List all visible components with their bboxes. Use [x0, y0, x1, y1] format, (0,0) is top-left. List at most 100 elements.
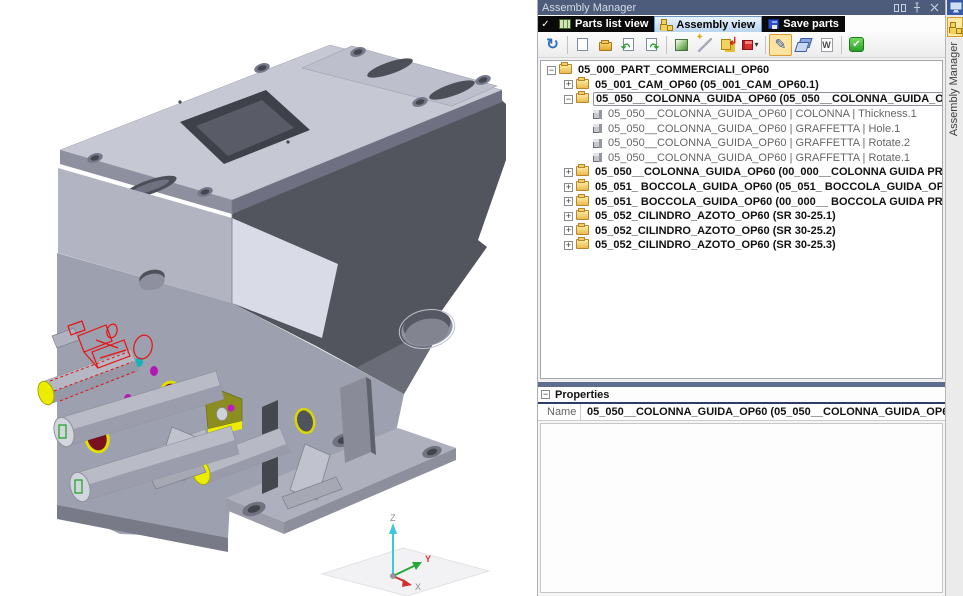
tree-item-label: 05_052_CILINDRO_AZOTO_OP60 (SR 30-25.1) — [593, 210, 838, 222]
collapse-minus-icon[interactable] — [541, 390, 550, 399]
open-folder-button[interactable] — [594, 34, 617, 56]
edit-pencil-button[interactable] — [769, 34, 792, 56]
layers-button[interactable] — [792, 34, 815, 56]
tree-item[interactable]: +05_001_CAM_OP60 (05_001_CAM_OP60.1) — [543, 78, 942, 93]
property-name-label: Name — [538, 406, 580, 418]
cube-icon — [593, 139, 602, 148]
plus-expander-icon[interactable]: + — [564, 226, 573, 235]
folder-icon — [576, 181, 589, 191]
assembly-tree: −05_000_PART_COMMERCIALI_OP60+05_001_CAM… — [543, 63, 942, 253]
export-page-icon — [646, 38, 657, 51]
plus-expander-icon[interactable]: + — [564, 197, 573, 206]
import-page-button[interactable] — [617, 34, 640, 56]
model-image-button[interactable] — [670, 34, 693, 56]
tree-item[interactable]: 05_050__COLONNA_GUIDA_OP60 | GRAFFETTA |… — [543, 121, 942, 136]
dropdown-caret-icon[interactable]: ▾ — [754, 40, 758, 49]
folder-icon — [559, 64, 572, 74]
tree-item-label: 05_050__COLONNA_GUIDA_OP60 | GRAFFETTA |… — [606, 137, 912, 149]
dock-strip: Assembly Manager — [945, 0, 963, 596]
plus-expander-icon[interactable]: + — [564, 183, 573, 192]
tree-item-label: 05_050__COLONNA_GUIDA_OP60 | GRAFFETTA |… — [606, 123, 902, 135]
dock-icon[interactable] — [893, 2, 907, 14]
properties-title: Properties — [555, 389, 609, 401]
tab-label: Save parts — [783, 18, 839, 30]
pin-icon[interactable] — [910, 2, 924, 14]
apply-check-icon — [849, 37, 864, 52]
panel-tabstrip: ✓ Parts list view Assembly view Save parts — [538, 15, 945, 32]
tree-item[interactable]: +05_051_ BOCCOLA_GUIDA_OP60 (00_000__ BO… — [543, 194, 942, 209]
plus-expander-icon[interactable]: + — [564, 168, 573, 177]
minus-expander-icon[interactable]: − — [547, 66, 556, 75]
folder-icon — [576, 166, 589, 176]
magic-wand-icon — [698, 38, 712, 52]
hierarchy-transfer-button[interactable] — [716, 34, 739, 56]
minus-expander-icon[interactable]: − — [564, 95, 573, 104]
red-cube-button[interactable]: ▾ — [739, 34, 762, 56]
toolbar-separator — [841, 36, 842, 54]
folder-icon — [576, 210, 589, 220]
tree-item[interactable]: +05_051_ BOCCOLA_GUIDA_OP60 (05_051_ BOC… — [543, 180, 942, 195]
tree-item-label: 05_052_CILINDRO_AZOTO_OP60 (SR 30-25.3) — [593, 239, 838, 251]
plus-expander-icon[interactable]: + — [564, 212, 573, 221]
plus-expander-icon[interactable]: + — [564, 241, 573, 250]
parts-table-icon — [559, 19, 571, 29]
edit-pencil-icon — [775, 36, 787, 54]
tab-save-parts[interactable]: Save parts — [762, 16, 845, 32]
new-document-button[interactable] — [571, 34, 594, 56]
tab-assembly-view[interactable]: Assembly view — [654, 16, 762, 32]
tree-item[interactable]: +05_052_CILINDRO_AZOTO_OP60 (SR 30-25.3) — [543, 238, 942, 253]
toolbar-separator — [765, 36, 766, 54]
app-window: Z Y X Assembly Manager ✓ Parts list view… — [0, 0, 963, 596]
tree-item[interactable]: −05_000_PART_COMMERCIALI_OP60 — [543, 63, 942, 78]
toolbar-separator — [567, 36, 568, 54]
refresh-button[interactable] — [541, 34, 564, 56]
plus-expander-icon[interactable]: + — [564, 80, 573, 89]
tree-item[interactable]: − 05_050__COLONNA_GUIDA_OP60 (05_050__COL… — [543, 92, 942, 107]
magic-wand-button[interactable] — [693, 34, 716, 56]
check-icon[interactable]: ✓ — [538, 16, 553, 32]
assembly-tree-icon — [661, 19, 672, 30]
tree-item[interactable]: +05_052_CILINDRO_AZOTO_OP60 (SR 30-25.2) — [543, 224, 942, 239]
tree-item-label: 05_050__COLONNA_GUIDA_OP60 | COLONNA | T… — [606, 108, 919, 120]
tree-item[interactable]: 05_050__COLONNA_GUIDA_OP60 | GRAFFETTA |… — [543, 151, 942, 166]
word-doc-button[interactable] — [815, 34, 838, 56]
tab-label: Assembly view — [676, 19, 755, 31]
properties-header: Properties — [538, 387, 945, 402]
folder-icon — [576, 225, 589, 235]
z-axis-label: Z — [390, 513, 396, 523]
3d-viewport[interactable]: Z Y X — [0, 0, 537, 596]
tree-item-label: 05_051_ BOCCOLA_GUIDA_OP60 (00_000__ BOC… — [593, 196, 943, 208]
property-name-value[interactable]: 05_050__COLONNA_GUIDA_OP60 (05_050__COLO… — [587, 406, 963, 418]
tree-item-label: 05_050__COLONNA_GUIDA_OP60 (05_050__COLO… — [593, 92, 943, 106]
export-page-button[interactable] — [640, 34, 663, 56]
new-document-icon — [577, 38, 588, 51]
tab-parts-list-view[interactable]: Parts list view — [553, 16, 654, 32]
assembly-tree-icon — [950, 22, 961, 33]
ground-plane — [322, 548, 489, 596]
assembly-manager-panel: Assembly Manager ✓ Parts list view Assemb… — [537, 0, 945, 596]
model-image-icon — [675, 39, 688, 51]
assembly-manager-dock-tab[interactable] — [947, 17, 963, 37]
panel-title: Assembly Manager — [542, 1, 890, 15]
tree-item-label: 05_050__COLONNA_GUIDA_OP60 | GRAFFETTA |… — [606, 152, 912, 164]
apply-check-button[interactable] — [845, 34, 868, 56]
cube-icon — [593, 110, 602, 119]
properties-empty-area — [540, 423, 943, 593]
refresh-icon — [546, 38, 559, 52]
close-icon[interactable] — [927, 2, 941, 14]
tree-item[interactable]: +05_050__COLONNA_GUIDA_OP60 (00_000__COL… — [543, 165, 942, 180]
properties-section: Properties Name 05_050__COLONNA_GUIDA_OP… — [538, 387, 945, 596]
layers-icon — [796, 38, 811, 51]
tree-item-label: 05_050__COLONNA_GUIDA_OP60 (00_000__COLO… — [593, 166, 943, 178]
tree-item[interactable]: +05_052_CILINDRO_AZOTO_OP60 (SR 30-25.1) — [543, 209, 942, 224]
tree-item[interactable]: 05_050__COLONNA_GUIDA_OP60 | GRAFFETTA |… — [543, 136, 942, 151]
hierarchy-transfer-icon — [721, 38, 735, 52]
cube-icon — [593, 153, 602, 162]
app-icon[interactable] — [947, 0, 963, 15]
tree-item[interactable]: 05_050__COLONNA_GUIDA_OP60 | COLONNA | T… — [543, 107, 942, 122]
word-doc-icon — [821, 38, 833, 52]
folder-icon — [576, 79, 589, 89]
dock-tab-label[interactable]: Assembly Manager — [948, 42, 960, 136]
property-divider — [580, 404, 581, 421]
open-folder-icon — [599, 42, 612, 51]
